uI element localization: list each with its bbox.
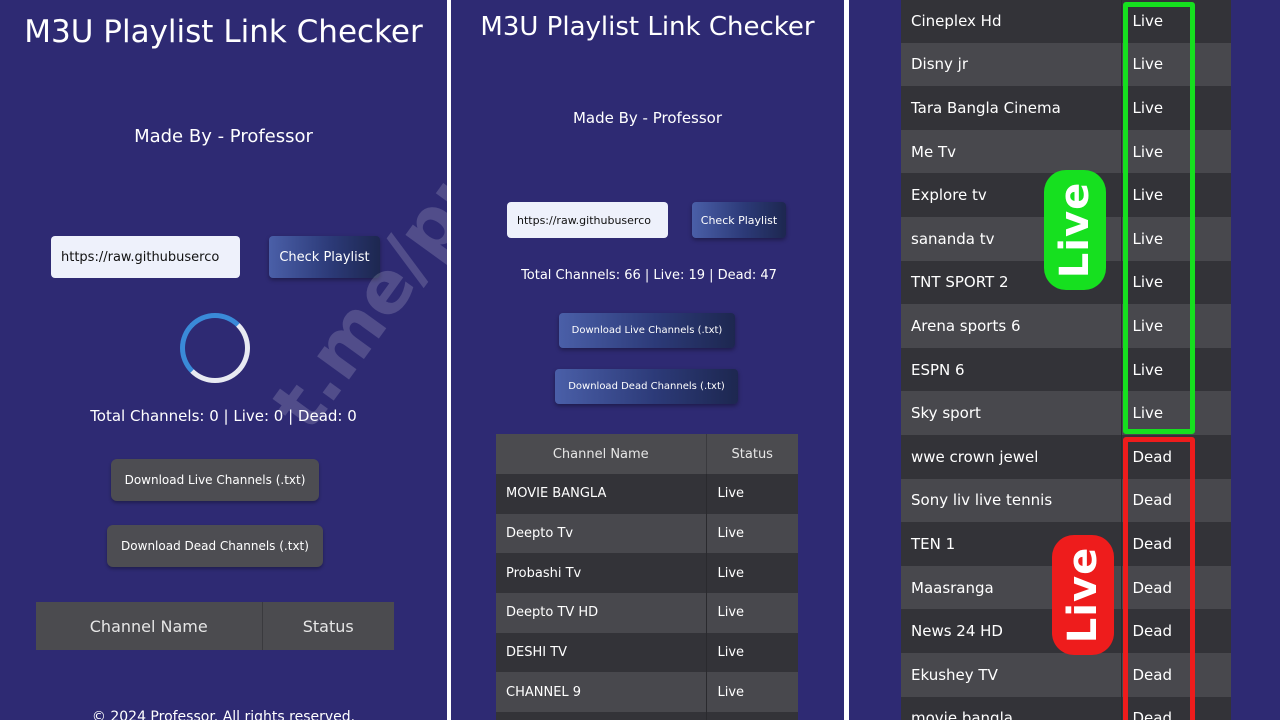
watermark: t.me/professor906 [255, 0, 447, 445]
loading-spinner-icon [180, 313, 250, 383]
channel-table: Channel Name Status MOVIE BANGLA Live Deep… [496, 434, 798, 720]
download-live-button[interactable]: Download Live Channels (.txt) [559, 313, 735, 348]
table-row: MOVIE BANGLA Live [496, 474, 798, 514]
channel-name-cell: Deepto TV HD [496, 593, 707, 633]
page-title: M3U Playlist Link Checker [480, 12, 815, 42]
column-header-status: Status [262, 602, 394, 650]
table-row: CHANNEL 9 Live [496, 672, 798, 713]
channel-name-cell: MOVIE BANGLA [496, 474, 707, 514]
status-cell: Live [706, 632, 798, 673]
channel-name-cell: Ekushey TV [901, 652, 1122, 697]
channel-name-cell: Probashi Tv [496, 553, 707, 594]
status-cell [706, 712, 798, 720]
page-subtitle: Made By - Professor [134, 126, 313, 147]
stats-summary: Total Channels: 0 | Live: 0 | Dead: 0 [90, 407, 357, 425]
table-row: DESHI TV Live [496, 632, 798, 673]
status-cell: Live [706, 593, 798, 633]
dead-label-text: Live [1060, 546, 1106, 644]
download-dead-button[interactable]: Download Dead Channels (.txt) [107, 525, 323, 567]
channel-name-cell [496, 712, 707, 720]
table-row [496, 712, 798, 720]
panel-results-scrolled: Cineplex Hd Live Disny jr Live Tara Bangla C… [849, 0, 1280, 720]
playlist-url-input[interactable] [51, 236, 240, 278]
channel-name-cell: ESPN 6 [901, 347, 1122, 392]
check-playlist-button[interactable]: Check Playlist [692, 202, 786, 238]
channel-name-cell: Me Tv [901, 129, 1122, 174]
playlist-url-input[interactable] [507, 202, 668, 238]
status-cell: Live [706, 672, 798, 713]
download-dead-button[interactable]: Download Dead Channels (.txt) [555, 369, 738, 404]
table-header-row: Channel Name Status [496, 434, 798, 474]
panel-initial: M3U Playlist Link Checker Made By - Prof… [0, 0, 447, 720]
live-label-text: Live [1052, 181, 1098, 279]
stats-summary: Total Channels: 66 | Live: 19 | Dead: 47 [521, 268, 777, 283]
panel-results: M3U Playlist Link Checker Made By - Prof… [451, 0, 844, 720]
channel-name-cell: DESHI TV [496, 632, 707, 673]
channel-name-cell: movie bangla [901, 696, 1122, 720]
channel-name-cell: Disny jr [901, 42, 1122, 87]
page-subtitle: Made By - Professor [572, 109, 723, 127]
channel-name-cell: Sony liv live tennis [901, 478, 1122, 523]
channel-table: Channel Name Status [36, 602, 394, 650]
channel-name-cell: Sky sport [901, 391, 1122, 435]
footer-text: © 2024 Professor. All rights reserved. [91, 709, 356, 720]
page-title: M3U Playlist Link Checker [24, 14, 423, 50]
dead-highlight-box [1123, 437, 1195, 720]
channel-name-cell: Arena sports 6 [901, 304, 1122, 348]
composite-screenshot: M3U Playlist Link Checker Made By - Prof… [0, 0, 1280, 720]
table-row: Deepto TV HD Live [496, 593, 798, 633]
channel-name-cell: wwe crown jewel [901, 434, 1122, 479]
column-header-status: Status [706, 434, 798, 474]
channel-name-cell: Cineplex Hd [901, 0, 1122, 43]
table-row: Deepto Tv Live [496, 513, 798, 554]
table-row: Probashi Tv Live [496, 553, 798, 594]
check-playlist-button[interactable]: Check Playlist [269, 236, 380, 278]
status-cell: Live [706, 513, 798, 554]
table-header-row: Channel Name Status [36, 602, 394, 650]
status-cell: Live [706, 474, 798, 514]
dead-label-tag: Live [1052, 535, 1114, 655]
column-header-channel: Channel Name [36, 602, 263, 650]
live-label-tag: Live [1044, 170, 1106, 290]
download-live-button[interactable]: Download Live Channels (.txt) [111, 459, 319, 501]
channel-name-cell: Tara Bangla Cinema [901, 86, 1122, 130]
live-highlight-box [1123, 2, 1195, 434]
status-cell: Live [706, 553, 798, 594]
column-header-channel: Channel Name [496, 434, 707, 474]
channel-name-cell: Deepto Tv [496, 513, 707, 554]
channel-name-cell: CHANNEL 9 [496, 672, 707, 713]
